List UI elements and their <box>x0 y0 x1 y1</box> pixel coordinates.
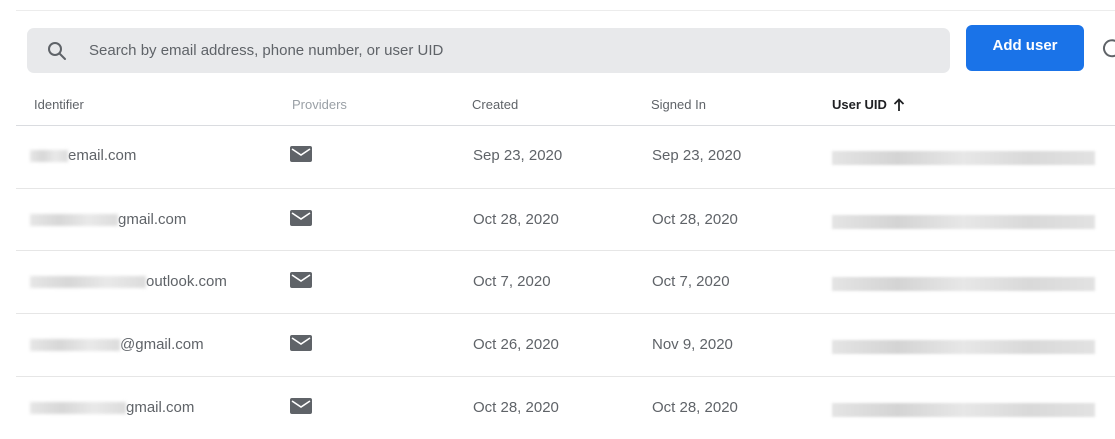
search-input[interactable] <box>87 41 791 60</box>
signed-in-cell: Oct 7, 2020 <box>652 273 730 290</box>
user-uid-redacted <box>832 215 1095 229</box>
redacted-text <box>30 276 146 288</box>
refresh-icon[interactable] <box>1101 36 1115 60</box>
redacted-text <box>30 150 68 162</box>
column-header-providers: Providers <box>292 97 347 112</box>
table-row[interactable]: email.com Sep 23, 2020 Sep 23, 2020 <box>0 126 1115 188</box>
table-row[interactable]: @gmail.com Oct 26, 2020 Nov 9, 2020 <box>0 314 1115 376</box>
identifier-text: email.com <box>68 147 137 164</box>
column-header-user-uid-label: User UID <box>832 97 887 112</box>
created-cell: Sep 23, 2020 <box>473 147 563 164</box>
email-icon <box>290 335 312 351</box>
user-uid-redacted <box>832 403 1095 417</box>
signed-in-cell: Nov 9, 2020 <box>652 336 733 353</box>
column-header-signed-in[interactable]: Signed In <box>651 97 706 112</box>
email-icon <box>290 398 312 414</box>
arrow-up-icon <box>893 97 905 111</box>
identifier-text: @gmail.com <box>120 336 204 353</box>
identifier-cell: outlook.com <box>30 273 227 291</box>
created-cell: Oct 28, 2020 <box>473 399 559 416</box>
signed-in-cell: Oct 28, 2020 <box>652 211 738 228</box>
users-toolbar: Add user <box>0 0 1115 90</box>
identifier-cell: @gmail.com <box>30 336 204 354</box>
search-icon[interactable] <box>45 39 69 63</box>
table-row[interactable]: gmail.com Oct 28, 2020 Oct 28, 2020 <box>0 377 1115 439</box>
signed-in-cell: Oct 28, 2020 <box>652 399 738 416</box>
column-header-user-uid[interactable]: User UID <box>832 97 905 112</box>
identifier-cell: gmail.com <box>30 399 194 417</box>
signed-in-cell: Sep 23, 2020 <box>652 147 742 164</box>
identifier-text: outlook.com <box>146 273 227 290</box>
column-header-identifier[interactable]: Identifier <box>34 97 84 112</box>
search-bar[interactable] <box>27 28 950 73</box>
identifier-cell: email.com <box>30 147 136 165</box>
created-cell: Oct 26, 2020 <box>473 336 559 353</box>
created-cell: Oct 7, 2020 <box>473 273 551 290</box>
email-icon <box>290 210 312 226</box>
table-row[interactable]: gmail.com Oct 28, 2020 Oct 28, 2020 <box>0 189 1115 251</box>
column-header-created[interactable]: Created <box>472 97 518 112</box>
email-icon <box>290 146 312 162</box>
email-icon <box>290 272 312 288</box>
user-uid-redacted <box>832 340 1095 354</box>
redacted-text <box>30 402 126 414</box>
user-uid-redacted <box>832 151 1095 165</box>
created-cell: Oct 28, 2020 <box>473 211 559 228</box>
table-header: Identifier Providers Created Signed In U… <box>0 90 1115 126</box>
redacted-text <box>30 339 120 351</box>
user-uid-redacted <box>832 277 1095 291</box>
identifier-text: gmail.com <box>126 399 195 416</box>
redacted-text <box>30 214 118 226</box>
table-row[interactable]: outlook.com Oct 7, 2020 Oct 7, 2020 <box>0 251 1115 313</box>
add-user-button[interactable]: Add user <box>966 25 1084 71</box>
identifier-cell: gmail.com <box>30 211 186 229</box>
identifier-text: gmail.com <box>118 211 187 228</box>
